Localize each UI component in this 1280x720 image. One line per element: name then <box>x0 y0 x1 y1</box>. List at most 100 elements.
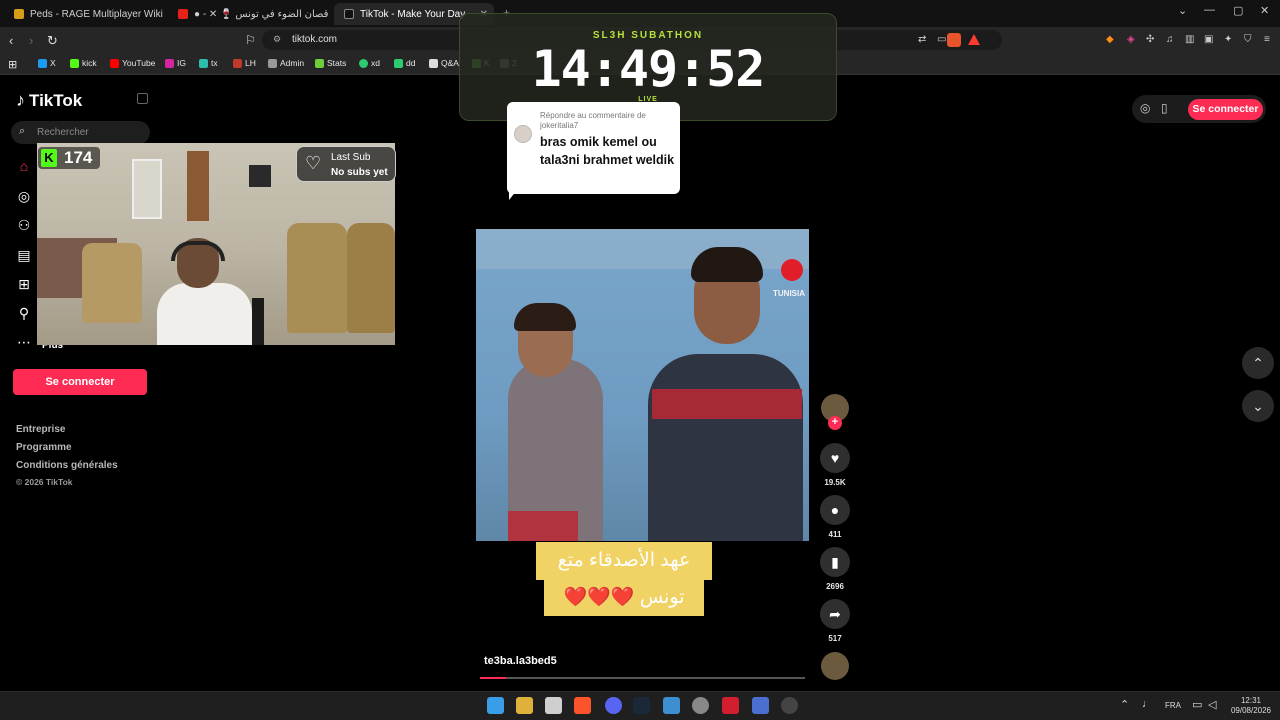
tab-rage-wiki[interactable]: Peds - RAGE Multiplayer Wiki <box>4 3 164 25</box>
home-icon[interactable]: ⌂ <box>15 158 33 176</box>
snipping-tool-icon[interactable] <box>545 697 562 714</box>
tab-youtube-video[interactable]: حلقة قصان الضوء في تونس 🍷 ✕ - ● <box>168 3 330 25</box>
girl-skirt <box>508 511 578 541</box>
copyright: © 2026 TikTok <box>16 477 73 487</box>
brave-shield-icon[interactable] <box>947 33 961 47</box>
dd-icon <box>394 58 403 68</box>
photos-icon[interactable] <box>663 697 680 714</box>
brave-browser-icon[interactable] <box>574 697 591 714</box>
timer-value: 14:49:52 <box>531 40 766 98</box>
extension-shield-icon[interactable]: ◈ <box>1127 34 1135 45</box>
qa-icon <box>429 58 438 68</box>
stats-icon <box>315 58 324 68</box>
gold-chair <box>347 223 395 333</box>
clock[interactable]: 12:31 09/08/2026 <box>1230 696 1272 716</box>
video-progress-fill <box>480 677 506 679</box>
explore-icon[interactable]: ◎ <box>15 188 33 206</box>
share-button[interactable]: ➦ <box>820 599 850 629</box>
tab-search-icon[interactable]: ⌄ <box>1178 4 1187 17</box>
boy-stripe <box>652 389 802 419</box>
forward-icon[interactable]: › <box>29 33 33 48</box>
bookmark-xd[interactable]: xd <box>359 58 380 68</box>
obs-icon[interactable] <box>781 697 798 714</box>
site-settings-icon[interactable]: ⚙ <box>273 34 281 45</box>
vpn-icon[interactable]: ⛉ <box>1244 34 1252 45</box>
header-login-button[interactable]: Se connecter <box>1188 99 1263 120</box>
next-video-button[interactable]: ⌄ <box>1242 390 1274 422</box>
heart-icon: ♡ <box>305 153 322 173</box>
bookmark-stats[interactable]: Stats <box>315 58 346 68</box>
leo-ai-icon[interactable]: ✦ <box>1224 34 1232 45</box>
start-icon[interactable] <box>487 697 504 714</box>
tray-expand-icon[interactable]: ⌃ <box>1120 698 1129 711</box>
extensions-icon[interactable]: ✣ <box>1146 34 1154 45</box>
streamer-body <box>157 283 252 345</box>
save-button[interactable]: ▮ <box>820 547 850 577</box>
music-disc[interactable] <box>821 652 849 680</box>
follow-plus-icon[interactable]: + <box>828 416 842 430</box>
video-progress-track[interactable] <box>480 677 805 679</box>
close-window-icon[interactable]: ✕ <box>1260 4 1269 17</box>
brave-rewards-icon[interactable] <box>968 34 980 45</box>
share-icon[interactable]: ▭ <box>937 34 946 45</box>
more-icon[interactable]: ⋯ <box>15 334 33 352</box>
back-icon[interactable]: ‹ <box>9 33 13 48</box>
collapse-sidebar-icon[interactable] <box>137 93 148 104</box>
previous-video-button[interactable]: ⌃ <box>1242 347 1274 379</box>
wallet-icon[interactable]: ▣ <box>1204 34 1213 45</box>
bookmark-qa[interactable]: Q&A <box>429 58 459 68</box>
file-explorer-icon[interactable] <box>516 697 533 714</box>
search-icon: ⌕ <box>19 125 26 137</box>
video-player[interactable]: TUNISIA <box>476 229 809 541</box>
upload-icon[interactable]: ⊞ <box>15 276 33 294</box>
caption-line-2: تونس ❤️❤️❤️ <box>544 580 704 616</box>
microphone-icon[interactable]: ♩ <box>1142 698 1153 710</box>
translate-icon[interactable]: ⇄ <box>918 34 926 45</box>
network-icon[interactable]: ▭ <box>1192 698 1202 711</box>
footer-link-programme[interactable]: Programme <box>16 442 72 453</box>
bookmark-icon[interactable]: ⚐ <box>245 33 256 47</box>
minimize-icon[interactable]: — <box>1204 4 1215 16</box>
volume-icon[interactable]: ◁ <box>1208 698 1216 711</box>
tiktok-logo[interactable]: ♪ TikTok <box>16 90 82 111</box>
app-icon[interactable] <box>752 697 769 714</box>
language-indicator[interactable]: FRA <box>1165 701 1181 710</box>
channel-watermark: TUNISIA <box>773 289 805 298</box>
search-input[interactable]: ⌕ Rechercher <box>11 121 150 144</box>
bookmark-ig[interactable]: IG <box>165 58 186 68</box>
rage-mp-icon[interactable] <box>722 697 739 714</box>
bookmark-tx[interactable]: tx <box>199 58 218 68</box>
footer-link-conditions[interactable]: Conditions générales <box>16 460 118 471</box>
bookmark-dd[interactable]: dd <box>394 58 415 68</box>
bookmark-youtube[interactable]: YouTube <box>110 58 155 68</box>
maximize-icon[interactable]: ▢ <box>1233 4 1243 17</box>
compass-icon[interactable]: ◎ <box>1140 101 1150 115</box>
settings-icon[interactable] <box>692 697 709 714</box>
sidebar-icon[interactable]: ▥ <box>1185 34 1194 45</box>
extension-fox-icon[interactable]: ◆ <box>1106 34 1114 45</box>
profile-icon[interactable]: ⚲ <box>15 305 33 323</box>
steam-icon[interactable] <box>633 697 650 714</box>
sidebar-login-button[interactable]: Se connecter <box>13 369 147 395</box>
reload-icon[interactable]: ↻ <box>47 33 58 49</box>
live-icon[interactable]: ▤ <box>15 247 33 265</box>
following-icon[interactable]: ⚇ <box>15 217 33 235</box>
bookmark-lh[interactable]: LH <box>233 58 256 68</box>
bookmark-admin[interactable]: Admin <box>268 58 304 68</box>
media-icon[interactable]: ♫ <box>1166 34 1174 45</box>
comment-icon: ● <box>830 502 840 518</box>
bookmark-x[interactable]: X <box>38 58 56 68</box>
comment-text: bras omik kemel ou tala3ni brahmet weldi… <box>540 135 675 167</box>
menu-icon[interactable]: ≡ <box>1264 34 1270 45</box>
footer-link-entreprise[interactable]: Entreprise <box>16 424 65 435</box>
discord-icon[interactable] <box>605 697 622 714</box>
apps-grid-icon[interactable]: ⊞ <box>8 58 17 71</box>
comment-button[interactable]: ● <box>820 495 850 525</box>
video-username[interactable]: te3ba.la3bed5 <box>484 655 557 667</box>
like-button[interactable]: ♥ <box>820 443 850 473</box>
bookmark-kick[interactable]: kick <box>70 58 97 68</box>
like-count: 19.5K <box>824 478 846 487</box>
chevron-up-icon: ⌃ <box>1252 354 1264 371</box>
device-icon[interactable]: ▯ <box>1161 101 1168 115</box>
comment-count: 411 <box>828 530 842 539</box>
